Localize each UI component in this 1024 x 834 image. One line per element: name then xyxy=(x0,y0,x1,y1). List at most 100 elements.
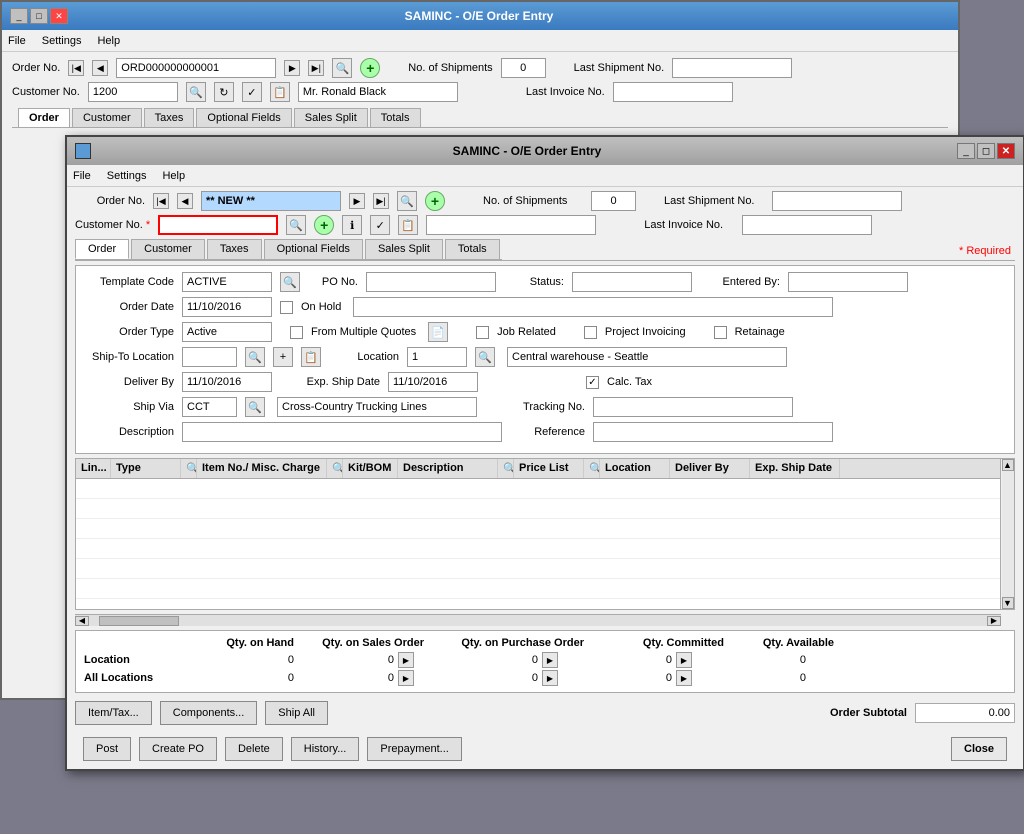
bg-close-btn[interactable]: ✕ xyxy=(50,8,68,24)
scroll-thumb[interactable] xyxy=(99,616,179,626)
cust-search-btn[interactable]: 🔍 xyxy=(286,215,306,235)
frommultiplequotes-checkbox[interactable] xyxy=(290,326,303,339)
scroll-down-btn[interactable]: ▼ xyxy=(1002,597,1014,609)
bg-shipments-input[interactable] xyxy=(501,58,546,78)
orderno-input[interactable] xyxy=(201,191,341,211)
tab-salessplit[interactable]: Sales Split xyxy=(365,239,443,259)
description-input[interactable] xyxy=(182,422,502,442)
locationdesc-input[interactable] xyxy=(507,347,787,367)
status-input[interactable] xyxy=(572,272,692,292)
pono-input[interactable] xyxy=(366,272,496,292)
qty-allloc-committed-play[interactable]: ▶ xyxy=(676,670,692,686)
bg-nav-prev[interactable]: ◀ xyxy=(92,60,108,76)
quotes-icon[interactable]: 📄 xyxy=(428,322,448,342)
onhold-input[interactable] xyxy=(353,297,833,317)
customer-name-input[interactable] xyxy=(426,215,596,235)
qty-allloc-purchase-play[interactable]: ▶ xyxy=(542,670,558,686)
bg-tab-order[interactable]: Order xyxy=(18,108,70,127)
bg-cust-icon1[interactable]: ↻ xyxy=(214,82,234,102)
nav-prev-btn[interactable]: ◀ xyxy=(177,193,193,209)
scroll-up-btn[interactable]: ▲ xyxy=(1002,459,1014,471)
trackingno-input[interactable] xyxy=(593,397,793,417)
qty-allloc-sales-play[interactable]: ▶ xyxy=(398,670,414,686)
shiptolocation-search[interactable]: 🔍 xyxy=(245,347,265,367)
main-close-btn[interactable]: ✕ xyxy=(997,143,1015,159)
tab-customer[interactable]: Customer xyxy=(131,239,205,259)
shiptolocation-icon2[interactable]: 📋 xyxy=(301,347,321,367)
location-search[interactable]: 🔍 xyxy=(475,347,495,367)
templatecode-search[interactable]: 🔍 xyxy=(280,272,300,292)
col-itemno-search[interactable]: 🔍 xyxy=(327,459,343,478)
bg-menu-settings[interactable]: Settings xyxy=(42,35,82,47)
bg-nav-last[interactable]: ▶| xyxy=(308,60,324,76)
itemtax-btn[interactable]: Item/Tax... xyxy=(75,701,152,725)
createpo-btn[interactable]: Create PO xyxy=(139,737,217,761)
bg-cust-search-btn[interactable]: 🔍 xyxy=(186,82,206,102)
prepayment-btn[interactable]: Prepayment... xyxy=(367,737,461,761)
bg-lastinvoice-input[interactable] xyxy=(613,82,733,102)
customerno-input[interactable] xyxy=(158,215,278,235)
nav-first-btn[interactable]: |◀ xyxy=(153,193,169,209)
shipviadesc-input[interactable] xyxy=(277,397,477,417)
components-btn[interactable]: Components... xyxy=(160,701,258,725)
scroll-left-btn[interactable]: ◀ xyxy=(75,616,89,626)
qty-loc-purchase-play[interactable]: ▶ xyxy=(542,652,558,668)
bg-minimize-btn[interactable]: _ xyxy=(10,8,28,24)
nav-last-btn[interactable]: ▶| xyxy=(373,193,389,209)
deliverby-input[interactable] xyxy=(182,372,272,392)
shipvia-input[interactable] xyxy=(182,397,237,417)
bg-menu-help[interactable]: Help xyxy=(97,35,120,47)
bg-nav-next[interactable]: ▶ xyxy=(284,60,300,76)
close-btn[interactable]: Close xyxy=(951,737,1007,761)
main-menu-file[interactable]: File xyxy=(73,170,91,182)
grid-hscrollbar[interactable]: ◀ ▶ xyxy=(75,614,1001,626)
bg-cust-check-btn[interactable]: ✓ xyxy=(242,82,262,102)
bg-customer-name-input[interactable] xyxy=(298,82,458,102)
cust-check-btn[interactable]: ✓ xyxy=(370,215,390,235)
main-minimize-btn[interactable]: _ xyxy=(957,143,975,159)
shiptolocation-input[interactable] xyxy=(182,347,237,367)
projectinvoicing-checkbox[interactable] xyxy=(584,326,597,339)
orderno-add-btn[interactable]: + xyxy=(425,191,445,211)
qty-loc-committed-play[interactable]: ▶ xyxy=(676,652,692,668)
bg-orderno-input[interactable] xyxy=(116,58,276,78)
bg-maximize-btn[interactable]: □ xyxy=(30,8,48,24)
shipments-input[interactable] xyxy=(591,191,636,211)
bg-tab-salessplit[interactable]: Sales Split xyxy=(294,108,368,127)
bg-tab-totals[interactable]: Totals xyxy=(370,108,421,127)
retainage-checkbox[interactable] xyxy=(714,326,727,339)
bg-menu-file[interactable]: File xyxy=(8,35,26,47)
bg-cust-icon2[interactable]: 📋 xyxy=(270,82,290,102)
lastinvoice-input[interactable] xyxy=(742,215,872,235)
col-type-search[interactable]: 🔍 xyxy=(181,459,197,478)
shiptolocation-icon1[interactable]: + xyxy=(273,347,293,367)
bg-search-btn[interactable]: 🔍 xyxy=(332,58,352,78)
shipvia-search[interactable]: 🔍 xyxy=(245,397,265,417)
orderdate-input[interactable] xyxy=(182,297,272,317)
cust-info-btn[interactable]: ℹ xyxy=(342,215,362,235)
cust-add-btn[interactable]: + xyxy=(314,215,334,235)
tab-totals[interactable]: Totals xyxy=(445,239,500,259)
grid-vscrollbar[interactable]: ▲ ▼ xyxy=(1000,459,1014,609)
lastshipment-input[interactable] xyxy=(772,191,902,211)
bg-add-btn[interactable]: + xyxy=(360,58,380,78)
cust-doc-btn[interactable]: 📋 xyxy=(398,215,418,235)
location-input[interactable] xyxy=(407,347,467,367)
onhold-checkbox[interactable] xyxy=(280,301,293,314)
col-desc-search[interactable]: 🔍 xyxy=(498,459,514,478)
bg-tab-customer[interactable]: Customer xyxy=(72,108,142,127)
post-btn[interactable]: Post xyxy=(83,737,131,761)
bg-tab-optfields[interactable]: Optional Fields xyxy=(196,108,291,127)
ordertype-input[interactable] xyxy=(182,322,272,342)
main-menu-help[interactable]: Help xyxy=(162,170,185,182)
bg-customerno-input[interactable] xyxy=(88,82,178,102)
scroll-right-btn[interactable]: ▶ xyxy=(987,616,1001,626)
nav-next-btn[interactable]: ▶ xyxy=(349,193,365,209)
bg-nav-first[interactable]: |◀ xyxy=(68,60,84,76)
shipall-btn[interactable]: Ship All xyxy=(265,701,328,725)
tab-taxes[interactable]: Taxes xyxy=(207,239,262,259)
history-btn[interactable]: History... xyxy=(291,737,360,761)
tab-optfields[interactable]: Optional Fields xyxy=(264,239,363,259)
jobrelated-checkbox[interactable] xyxy=(476,326,489,339)
expshipdate-input[interactable] xyxy=(388,372,478,392)
